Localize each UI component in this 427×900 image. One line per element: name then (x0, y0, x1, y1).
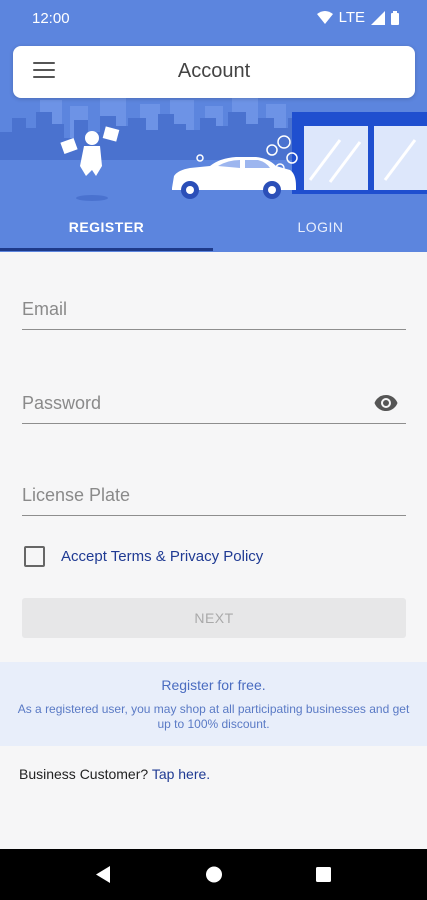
status-bar: 12:00 LTE (0, 0, 427, 36)
business-customer-row: Business Customer? Tap here. (19, 766, 210, 782)
info-headline: Register for free. (161, 677, 266, 693)
info-description: As a registered user, you may shop at al… (17, 702, 410, 731)
recents-square-icon (316, 867, 331, 882)
business-prompt: Business Customer? (19, 766, 149, 782)
next-button[interactable]: NEXT (22, 598, 406, 638)
nav-recents-button[interactable] (294, 849, 354, 900)
nav-back-button[interactable] (73, 849, 133, 900)
network-type: LTE (338, 9, 365, 26)
terms-row: Accept Terms & Privacy Policy (24, 546, 263, 567)
header-banner: 12:00 LTE Account REGISTER LOGIN (0, 0, 427, 252)
active-tab-indicator (0, 248, 213, 251)
status-icons: LTE (316, 9, 399, 26)
email-field (22, 290, 406, 330)
signal-icon (371, 10, 385, 25)
terms-checkbox[interactable] (24, 546, 45, 567)
battery-icon (391, 10, 399, 25)
tab-login[interactable]: LOGIN (214, 204, 427, 252)
password-field (22, 384, 406, 424)
system-nav-bar (0, 849, 427, 900)
business-tap-here-link[interactable]: Tap here. (152, 766, 210, 782)
back-triangle-icon (96, 866, 110, 883)
license-plate-input[interactable] (22, 476, 406, 514)
nav-home-button[interactable] (184, 849, 244, 900)
page-title: Account (177, 60, 251, 82)
eye-icon[interactable] (374, 394, 398, 412)
email-input[interactable] (22, 290, 406, 328)
app-bar: Account (13, 46, 415, 98)
wifi-icon (316, 10, 333, 24)
status-time: 12:00 (32, 10, 70, 27)
tab-register[interactable]: REGISTER (0, 204, 213, 252)
terms-label[interactable]: Accept Terms & Privacy Policy (61, 548, 263, 565)
password-input[interactable] (22, 384, 406, 422)
license-plate-field (22, 476, 406, 516)
home-circle-icon (206, 866, 222, 883)
info-panel: Register for free. As a registered user,… (0, 662, 427, 746)
auth-tabs: REGISTER LOGIN (0, 204, 427, 252)
